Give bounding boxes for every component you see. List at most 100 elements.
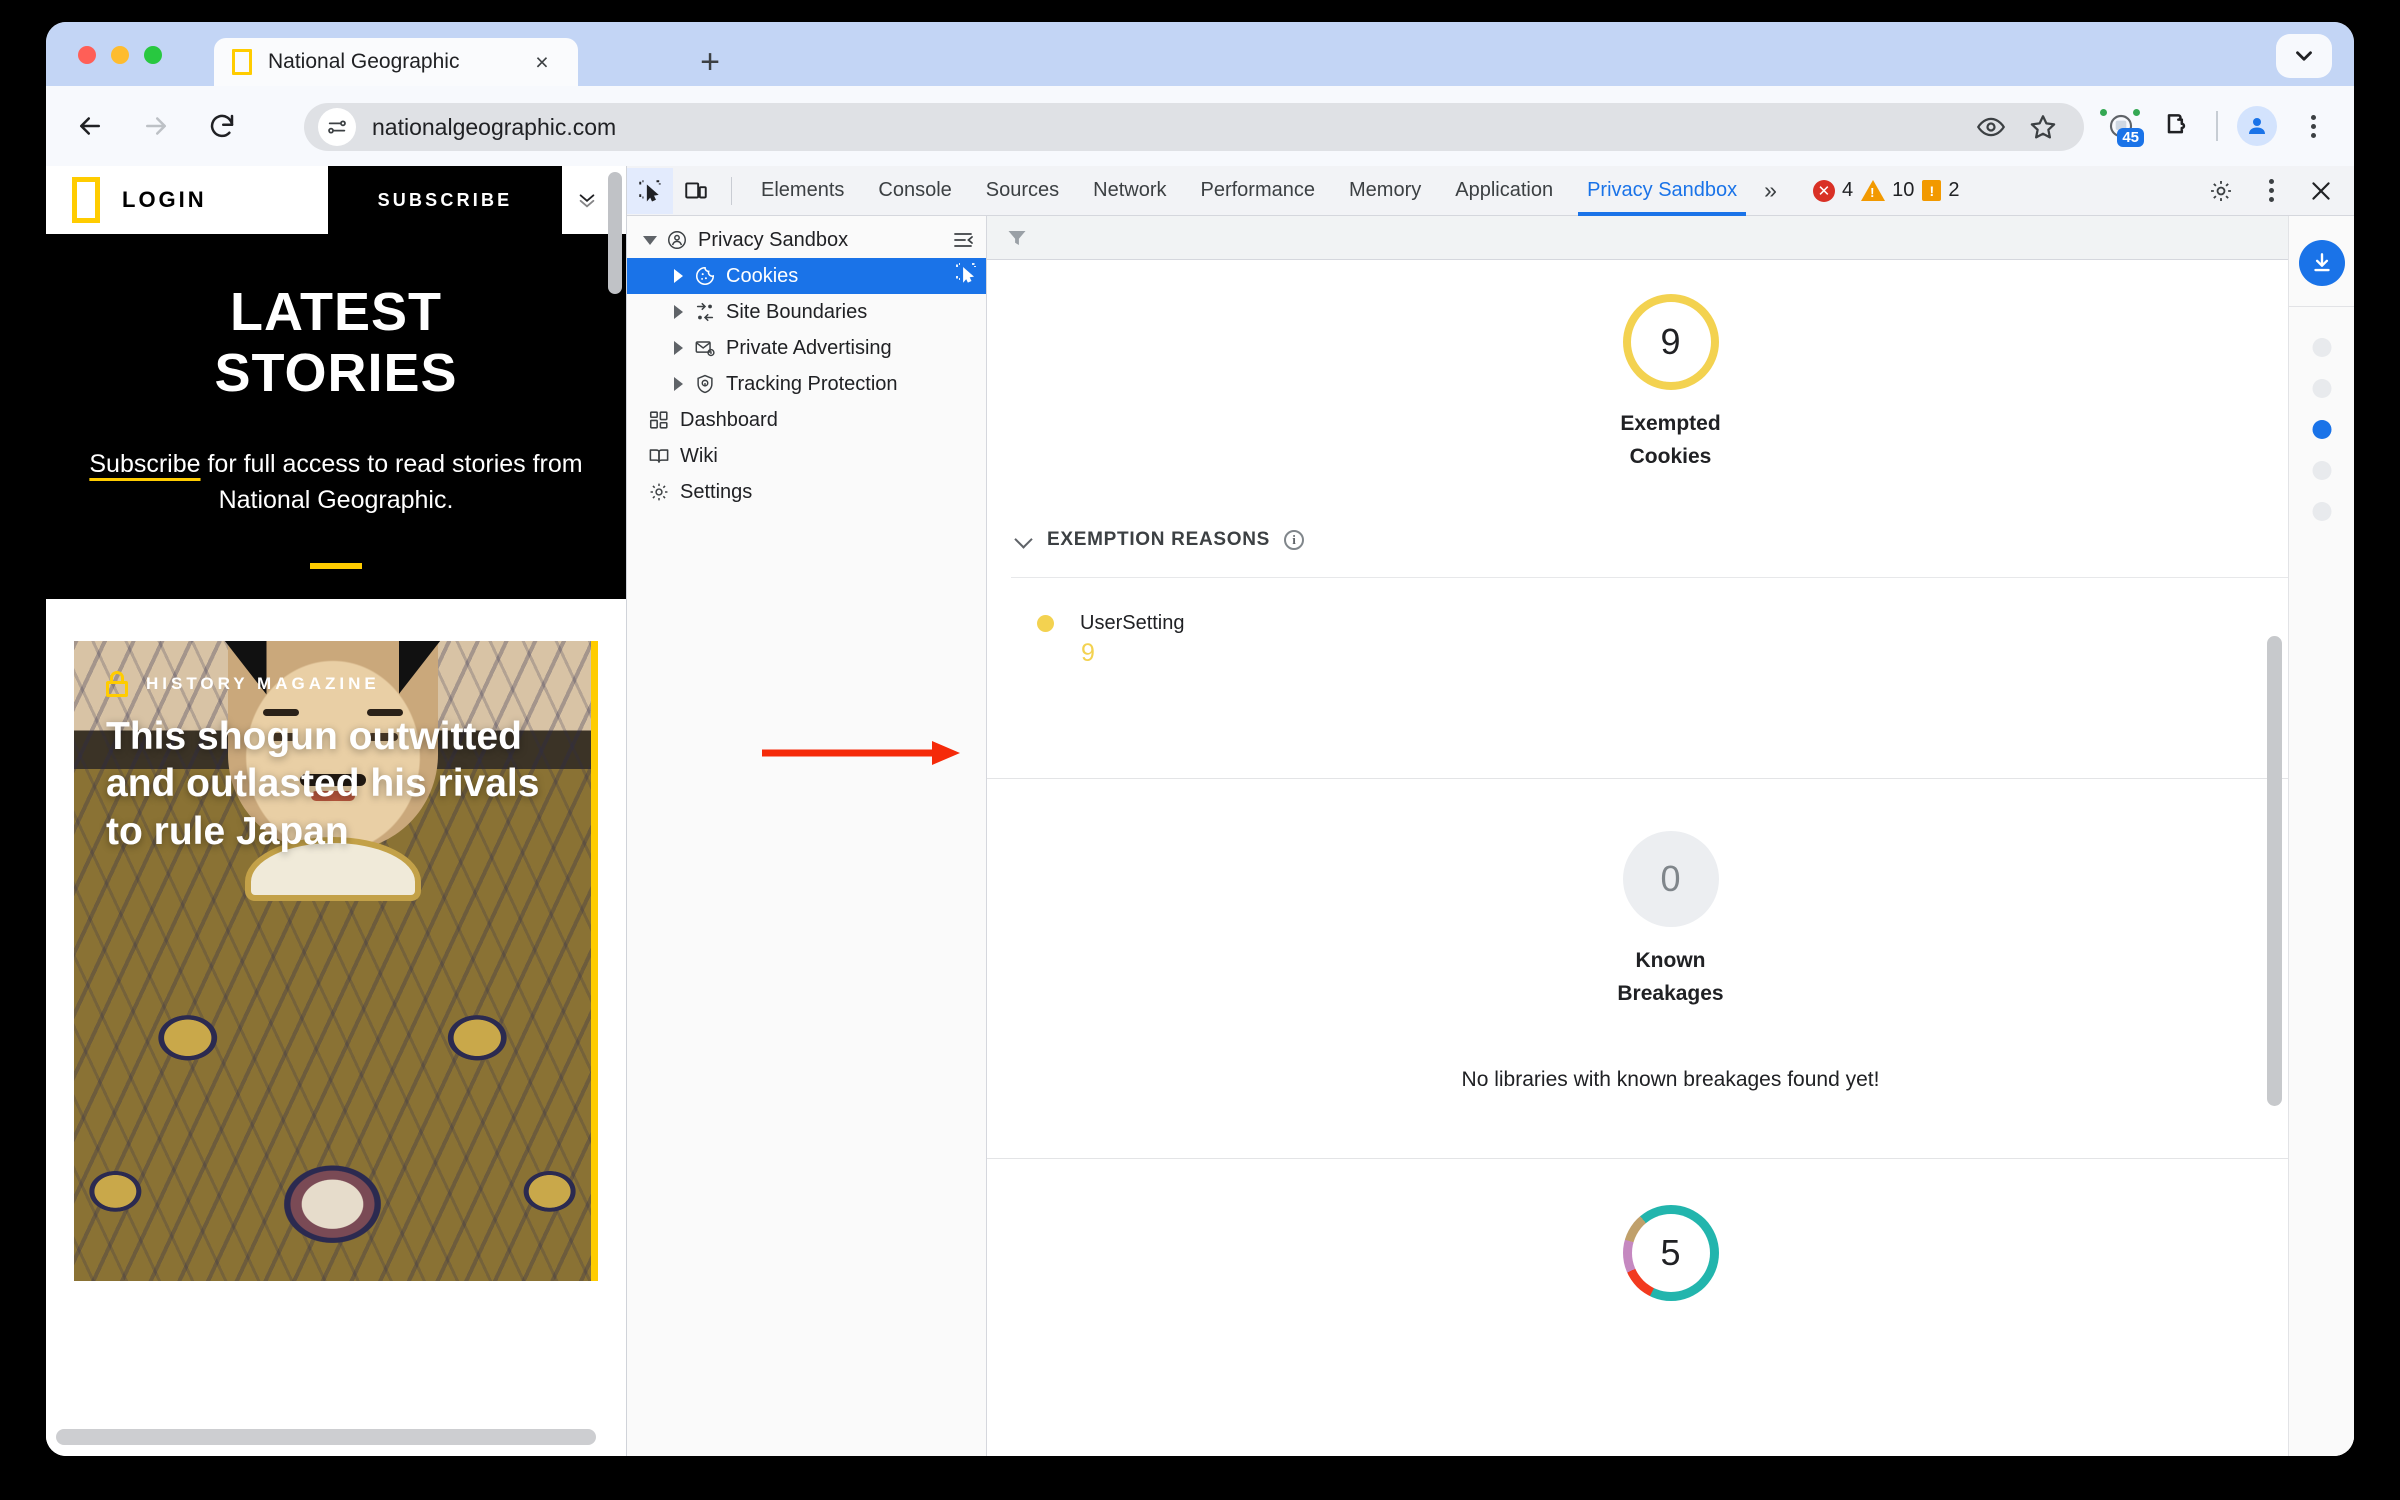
sidebar-item-settings[interactable]: Settings [627, 474, 986, 510]
warning-counter[interactable]: 10 [1861, 179, 1914, 202]
profile-avatar-icon[interactable] [2234, 103, 2280, 149]
sidebar-item-cookies[interactable]: Cookies [627, 258, 986, 294]
chevron-down-icon[interactable] [641, 231, 659, 249]
subscribe-button[interactable]: SUBSCRIBE [328, 166, 562, 234]
exempted-cookies-label: Exempted Cookies [1620, 408, 1720, 473]
error-icon: ✕ [1812, 179, 1835, 202]
rail-dot-active[interactable] [2312, 420, 2331, 439]
chevron-right-icon[interactable] [669, 375, 687, 393]
login-link[interactable]: LOGIN [122, 187, 207, 213]
site-header: LOGIN SUBSCRIBE [46, 166, 626, 234]
tab-network[interactable]: Network [1076, 166, 1183, 216]
tab-application[interactable]: Application [1438, 166, 1570, 216]
browser-toolbar: nationalgeographic.com 45 [46, 86, 2354, 166]
sidebar-item-site-boundaries[interactable]: Site Boundaries [627, 294, 986, 330]
tab-memory[interactable]: Memory [1332, 166, 1438, 216]
tab-performance[interactable]: Performance [1184, 166, 1333, 216]
page-navigation-rail [2288, 216, 2354, 1456]
maximize-window-button[interactable] [144, 46, 162, 64]
device-toolbar-icon[interactable] [673, 168, 719, 214]
tab-sources[interactable]: Sources [969, 166, 1076, 216]
extension-with-badge-icon[interactable]: 45 [2098, 103, 2144, 149]
known-breakages-section: 0 Known Breakages No libraries with know… [987, 779, 2354, 1160]
sidebar-item-private-advertising[interactable]: Private Advertising [627, 330, 986, 366]
address-bar[interactable]: nationalgeographic.com [304, 103, 2084, 151]
page-vertical-scrollbar[interactable] [608, 172, 622, 294]
sidebar-item-wiki[interactable]: Wiki [627, 438, 986, 474]
cookies-breakdown-count: 5 [1660, 1232, 1681, 1274]
inspect-element-icon[interactable] [627, 167, 673, 214]
gear-icon[interactable] [2198, 168, 2244, 214]
rail-dot[interactable] [2312, 461, 2331, 480]
hero-section: LATEST STORIES Subscribe for full access… [46, 234, 626, 599]
known-breakages-empty-message: No libraries with known breakages found … [1461, 1068, 1880, 1092]
rail-dot[interactable] [2312, 379, 2331, 398]
chevron-down-icon[interactable] [2276, 34, 2332, 78]
tab-elements[interactable]: Elements [744, 166, 861, 216]
three-dot-menu-icon[interactable] [2290, 103, 2336, 149]
lock-icon [106, 670, 128, 697]
close-icon[interactable]: × [530, 50, 554, 74]
filter-bar [987, 216, 2354, 260]
tab-privacy-sandbox[interactable]: Privacy Sandbox [1570, 166, 1754, 216]
tune-site-info-icon[interactable] [318, 108, 356, 146]
star-icon[interactable] [2028, 112, 2058, 142]
eye-icon[interactable] [1976, 112, 2006, 142]
filter-funnel-icon[interactable] [1005, 226, 1029, 250]
story-card[interactable]: HISTORY MAGAZINE This shogun outwitted a… [74, 640, 598, 1281]
forward-arrow-icon[interactable] [134, 104, 178, 148]
toolbar-divider [731, 176, 732, 205]
three-dot-menu-icon[interactable] [2248, 168, 2294, 214]
sidebar-item-dashboard[interactable]: Dashboard [627, 402, 986, 438]
exempted-cookies-donut-wrap: 9 Exempted Cookies [987, 294, 2354, 473]
inspect-element-icon[interactable] [954, 261, 978, 285]
close-icon[interactable] [2298, 168, 2344, 214]
back-arrow-icon[interactable] [68, 104, 112, 148]
known-breakages-label-line2: Breakages [1617, 981, 1724, 1005]
devtools-tab-bar: Elements Console Sources Network Perform… [627, 166, 2354, 216]
cookies-breakdown-donut-wrap: 5 [987, 1205, 2354, 1302]
new-tab-button[interactable]: + [694, 45, 726, 79]
tab-console[interactable]: Console [861, 166, 968, 216]
sidebar-item-label: Wiki [680, 444, 718, 467]
rail-dot[interactable] [2312, 502, 2331, 521]
chevron-right-icon[interactable] [669, 339, 687, 357]
window-traffic-lights [78, 46, 162, 64]
cookie-icon [693, 264, 717, 288]
story-card-category-label: HISTORY MAGAZINE [146, 673, 380, 693]
error-counter[interactable]: ✕ 4 [1812, 179, 1853, 202]
hero-subtext: Subscribe for full access to read storie… [86, 446, 586, 519]
minimize-window-button[interactable] [111, 46, 129, 64]
sidebar-item-label: Dashboard [680, 408, 778, 431]
sidebar-item-privacy-sandbox[interactable]: Privacy Sandbox [627, 222, 986, 258]
browser-tab[interactable]: National Geographic × [214, 38, 578, 86]
section-divider [1011, 577, 2330, 579]
story-card-title[interactable]: This shogun outwitted and outlasted his … [106, 713, 567, 856]
exemption-reasons-title: EXEMPTION REASONS [1047, 529, 1271, 551]
chevron-down-icon[interactable] [1015, 531, 1033, 549]
chevron-right-icon[interactable] [669, 267, 687, 285]
sidebar-item-label: Settings [680, 480, 753, 503]
exemption-reasons-header[interactable]: EXEMPTION REASONS i [1015, 529, 2354, 551]
privacy-sandbox-cookies-view: 9 Exempted Cookies EXEMPTION REASONS i U… [987, 216, 2354, 1456]
issue-counter[interactable]: ! 2 [1922, 179, 1959, 202]
privacy-sandbox-icon [665, 228, 689, 252]
main-vertical-scrollbar[interactable] [2267, 636, 2282, 1106]
site-boundaries-icon [693, 300, 717, 324]
collapse-chevron-icon[interactable] [576, 188, 598, 210]
info-circle-icon[interactable]: i [1284, 530, 1305, 551]
sidebar-item-tracking-protection[interactable]: Tracking Protection [627, 366, 986, 402]
rail-dot[interactable] [2312, 338, 2331, 357]
page-horizontal-scrollbar[interactable] [46, 1418, 626, 1456]
hero-subscribe-link[interactable]: Subscribe [89, 450, 200, 478]
more-tabs-icon[interactable]: » [1754, 177, 1787, 204]
hero-title-line1: LATEST [230, 282, 442, 342]
extensions-puzzle-icon[interactable] [2154, 103, 2200, 149]
download-icon[interactable] [2298, 240, 2345, 286]
reload-icon[interactable] [200, 104, 244, 148]
omnibox-actions [1976, 112, 2076, 142]
close-window-button[interactable] [78, 46, 96, 64]
collapse-sidebar-icon[interactable] [952, 228, 976, 252]
exemption-reason-row: UserSetting [1037, 612, 2354, 635]
chevron-right-icon[interactable] [669, 303, 687, 321]
